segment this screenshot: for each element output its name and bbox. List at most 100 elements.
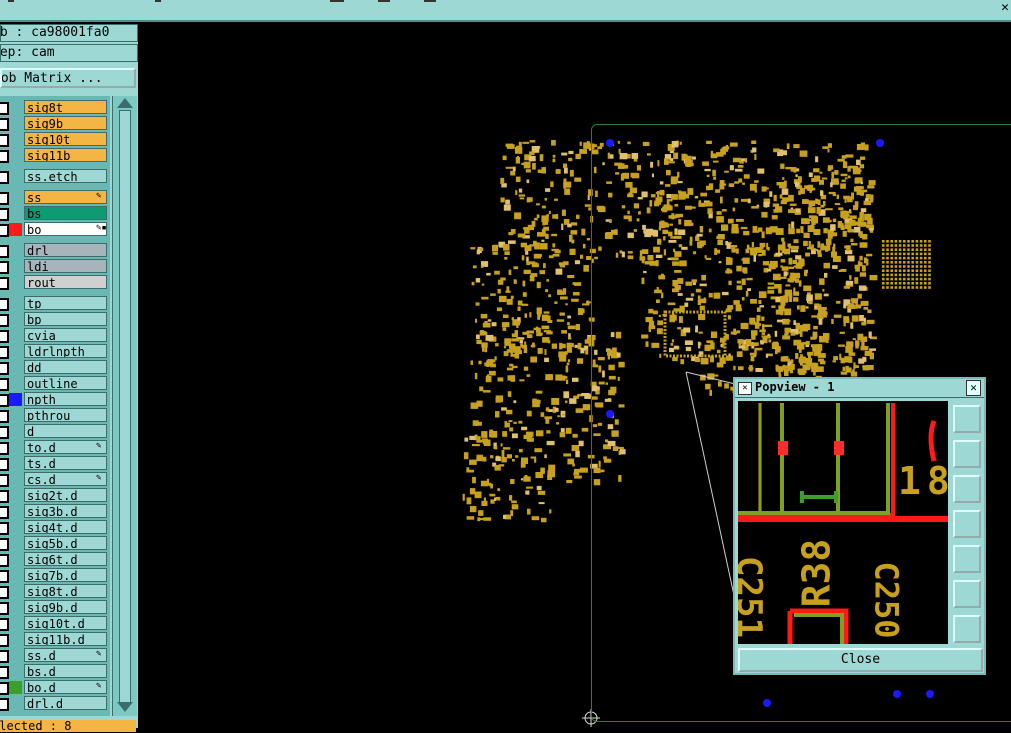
layer-row[interactable]: ldrlnpth [0, 344, 110, 359]
layer-checkbox[interactable] [0, 410, 9, 423]
popview-titlebar[interactable]: ✕ Popview - 1 ✕ [735, 379, 984, 398]
layer-name[interactable]: sig5b.d [24, 536, 107, 550]
layer-checkbox[interactable] [0, 666, 9, 679]
scroll-down-icon[interactable] [117, 702, 133, 712]
job-matrix-button[interactable]: Job Matrix ... [0, 68, 136, 88]
layer-name[interactable]: sig11b [24, 148, 107, 162]
layer-row[interactable]: sig4t.d [0, 520, 110, 535]
zoom-icon[interactable] [953, 405, 981, 433]
layer-name[interactable]: bs [24, 206, 107, 220]
layer-name[interactable]: ss [24, 190, 107, 204]
layer-checkbox[interactable] [0, 538, 9, 551]
layer-name[interactable]: dd [24, 360, 107, 374]
layer-checkbox[interactable] [0, 650, 9, 663]
layer-checkbox[interactable] [0, 378, 9, 391]
layer-name[interactable]: ss.etch [24, 169, 107, 183]
layer-checkbox[interactable] [0, 277, 9, 290]
layer-row[interactable]: ldi [0, 259, 110, 274]
layer-name[interactable]: bp [24, 312, 107, 326]
layer-row[interactable]: sig7b.d [0, 568, 110, 583]
layer-checkbox[interactable] [0, 150, 9, 163]
layer-row[interactable]: ss.d ✎ [0, 648, 110, 663]
layer-checkbox[interactable] [0, 602, 9, 615]
layer-checkbox[interactable] [0, 134, 9, 147]
scroll-thumb[interactable] [119, 110, 131, 704]
layer-row[interactable]: outline [0, 376, 110, 391]
layer-checkbox[interactable] [0, 394, 9, 407]
layer-row[interactable]: bp [0, 312, 110, 327]
layer-checkbox[interactable] [0, 224, 9, 237]
pan-down-icon[interactable] [953, 475, 981, 503]
layer-checkbox[interactable] [0, 474, 9, 487]
layer-checkbox[interactable] [0, 314, 9, 327]
layer-row[interactable]: sig6t.d [0, 552, 110, 567]
layer-row[interactable]: bs [0, 206, 110, 221]
layer-row[interactable]: sig9b [0, 116, 110, 131]
layer-row[interactable]: ss ✎ [0, 190, 110, 205]
layer-checkbox[interactable] [0, 698, 9, 711]
layer-checkbox[interactable] [0, 171, 9, 184]
layer-row[interactable]: bs.d [0, 664, 110, 679]
layer-checkbox[interactable] [0, 261, 9, 274]
layer-row[interactable]: drl [0, 243, 110, 258]
layer-row[interactable]: sig10t.d [0, 616, 110, 631]
layer-row[interactable]: d [0, 424, 110, 439]
layer-checkbox[interactable] [0, 522, 9, 535]
layer-name[interactable]: ldi [24, 259, 107, 273]
layer-row[interactable]: ts.d [0, 456, 110, 471]
layer-name[interactable]: sig2t.d [24, 488, 107, 502]
layer-checkbox[interactable] [0, 208, 9, 221]
pan-right-icon[interactable] [953, 545, 981, 573]
layer-checkbox[interactable] [0, 506, 9, 519]
layer-name[interactable]: sig7b.d [24, 568, 107, 582]
layer-checkbox[interactable] [0, 458, 9, 471]
layer-checkbox[interactable] [0, 426, 9, 439]
popview-window[interactable]: ✕ Popview - 1 ✕ 18 C251 R38 C250 Close [733, 377, 986, 675]
layer-name[interactable]: tp [24, 296, 107, 310]
layer-name[interactable]: drl.d [24, 696, 107, 710]
zoom-in-icon[interactable] [953, 615, 981, 643]
layer-name[interactable]: sig8t.d [24, 584, 107, 598]
layer-checkbox[interactable] [0, 634, 9, 647]
layer-row[interactable]: sig11b [0, 148, 110, 163]
layer-checkbox[interactable] [0, 490, 9, 503]
layer-name[interactable]: sig4t.d [24, 520, 107, 534]
layer-name[interactable]: pthrou [24, 408, 107, 422]
layer-checkbox[interactable] [0, 618, 9, 631]
layer-color-swatch[interactable] [9, 393, 22, 406]
layer-row[interactable]: sig3b.d [0, 504, 110, 519]
layer-row[interactable]: ss.etch [0, 169, 110, 184]
layer-color-swatch[interactable] [9, 681, 22, 694]
layer-name[interactable]: outline [24, 376, 107, 390]
layer-row[interactable]: bo.d ✎ [0, 680, 110, 695]
layer-name[interactable]: sig9b [24, 116, 107, 130]
layer-checkbox[interactable] [0, 192, 9, 205]
layer-name[interactable]: ss.d [24, 648, 107, 662]
layer-checkbox[interactable] [0, 245, 9, 258]
layer-row[interactable]: sig8t.d [0, 584, 110, 599]
close-icon[interactable]: ✕ [1001, 0, 1009, 15]
layer-row[interactable]: sig5b.d [0, 536, 110, 551]
layer-row[interactable]: npth [0, 392, 110, 407]
layer-row[interactable]: sig8t [0, 100, 110, 115]
layer-name[interactable]: sig11b.d [24, 632, 107, 646]
layer-list-scrollbar[interactable] [112, 96, 137, 716]
layer-checkbox[interactable] [0, 682, 9, 695]
layer-name[interactable]: npth [24, 392, 107, 406]
layer-checkbox[interactable] [0, 442, 9, 455]
layer-name[interactable]: sig10t.d [24, 616, 107, 630]
pan-left-icon[interactable] [953, 510, 981, 538]
scroll-up-icon[interactable] [117, 98, 133, 108]
layer-row[interactable]: tp [0, 296, 110, 311]
layer-name[interactable]: to.d [24, 440, 107, 454]
layer-row[interactable]: sig9b.d [0, 600, 110, 615]
layer-row[interactable]: sig11b.d [0, 632, 110, 647]
layer-row[interactable]: rout [0, 275, 110, 290]
layer-name[interactable]: sig8t [24, 100, 107, 114]
layer-checkbox[interactable] [0, 554, 9, 567]
layer-row[interactable]: sig10t [0, 132, 110, 147]
layer-name[interactable]: sig9b.d [24, 600, 107, 614]
layer-row[interactable]: pthrou [0, 408, 110, 423]
layer-row[interactable]: cvia [0, 328, 110, 343]
popview-zoom-view[interactable]: 18 C251 R38 C250 [738, 401, 948, 644]
